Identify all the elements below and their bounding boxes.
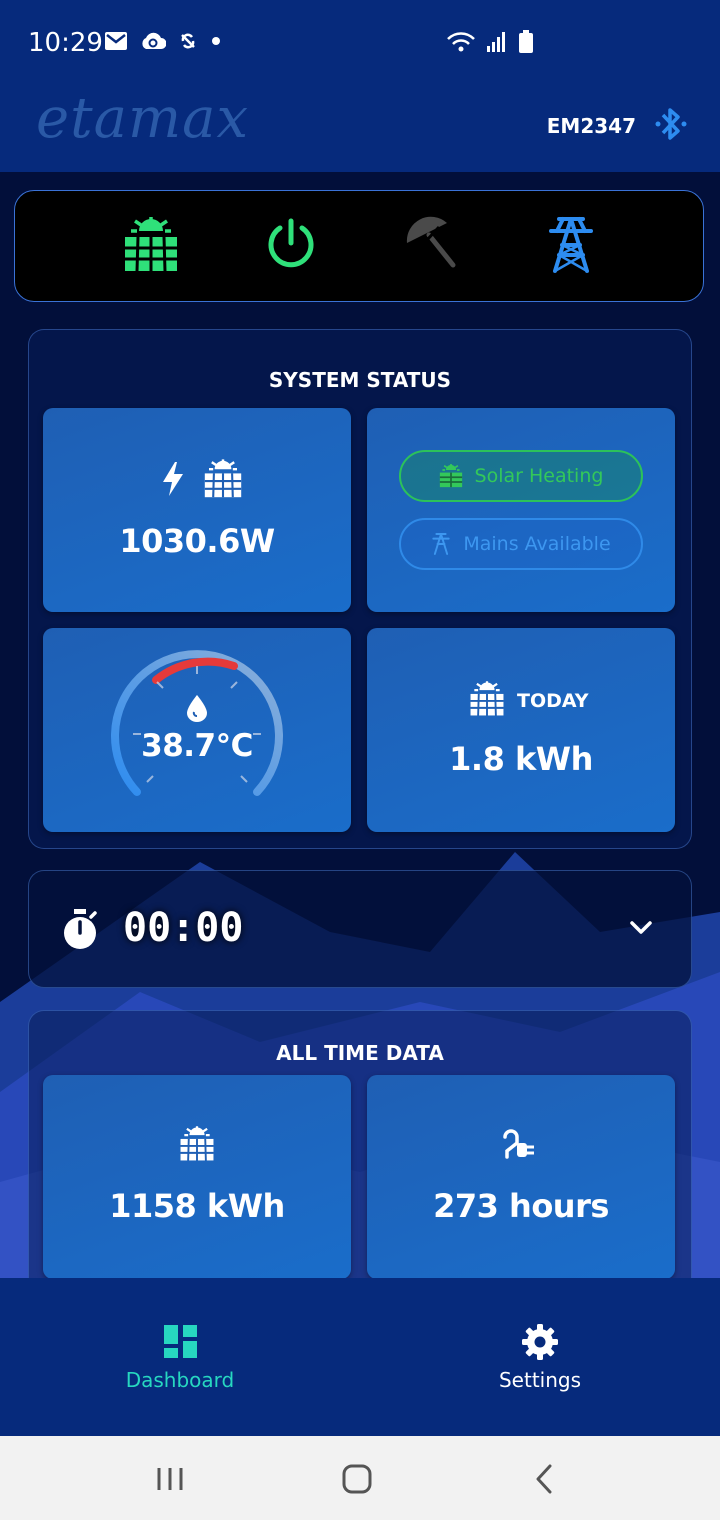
solar-panel-icon	[470, 681, 504, 716]
lightning-icon	[163, 462, 183, 496]
all-time-solar-value: 1158 kWh	[109, 1187, 285, 1225]
solar-panel-icon	[204, 459, 242, 498]
stopwatch-icon	[64, 909, 97, 949]
nav-settings-label: Settings	[498, 1368, 582, 1392]
solar-panel-icon	[180, 1126, 214, 1161]
all-time-data-panel: ALL TIME DATA 1158 kWh 273 hours	[28, 1010, 692, 1310]
mains-available-pill: Mains Available	[399, 518, 643, 570]
cloud-sync-icon	[142, 32, 166, 49]
system-navigation-bar	[0, 1436, 720, 1520]
solar-panel-icon	[439, 464, 462, 488]
gauge-fill	[152, 657, 238, 684]
nav-settings[interactable]: Settings	[360, 1278, 720, 1436]
all-time-data-title: ALL TIME DATA	[276, 1041, 444, 1065]
solar-panel-icon[interactable]	[123, 215, 179, 275]
solar-heating-label: Solar Heating	[474, 465, 604, 487]
pylon-icon	[432, 533, 450, 555]
status-pills-tile: Solar Heating Mains Available	[367, 408, 675, 612]
system-status-panel: SYSTEM STATUS 1030.6W Solar Heating Main…	[28, 329, 692, 849]
temperature-value: 38.7°C	[141, 728, 253, 764]
solar-power-value: 1030.6W	[119, 522, 275, 560]
system-status-title: SYSTEM STATUS	[268, 368, 452, 392]
chevron-down-icon[interactable]	[629, 919, 653, 937]
mains-available-label: Mains Available	[463, 533, 611, 555]
wifi-icon	[447, 32, 475, 52]
status-system-icons	[446, 30, 534, 54]
gear-icon	[522, 1324, 558, 1360]
all-time-mains-value: 273 hours	[433, 1187, 609, 1225]
temperature-tile[interactable]: 38.7°C	[43, 628, 351, 832]
timer-value: 00:00	[123, 905, 244, 951]
today-energy-tile[interactable]: TODAY 1.8 kWh	[367, 628, 675, 832]
bottom-navigation: Dashboard Settings	[0, 1278, 720, 1436]
nav-dashboard-label: Dashboard	[125, 1368, 235, 1392]
solar-power-tile[interactable]: 1030.6W	[43, 408, 351, 612]
all-time-mains-tile[interactable]: 273 hours	[367, 1075, 675, 1279]
today-label: TODAY	[517, 690, 589, 712]
app-logo: etamax	[36, 86, 250, 151]
no-sync-icon	[181, 33, 195, 49]
nav-dashboard[interactable]: Dashboard	[0, 1278, 360, 1436]
status-notification-icons	[104, 30, 222, 52]
signal-icon	[487, 32, 505, 52]
mode-bar	[14, 190, 704, 302]
today-energy-value: 1.8 kWh	[449, 740, 593, 778]
battery-icon	[519, 30, 533, 53]
bluetooth-icon[interactable]	[654, 104, 688, 144]
gauge-track	[111, 650, 283, 796]
device-id[interactable]: EM2347	[547, 114, 636, 138]
timer-panel[interactable]: 00:00	[28, 870, 692, 988]
status-bar: 10:29	[0, 0, 720, 86]
recents-button[interactable]	[156, 1466, 184, 1492]
all-time-solar-tile[interactable]: 1158 kWh	[43, 1075, 351, 1279]
app-bar: etamax EM2347	[0, 86, 720, 172]
umbrella-off-icon[interactable]	[403, 215, 459, 275]
dot-icon	[212, 37, 220, 45]
pylon-icon[interactable]	[545, 215, 597, 275]
dashboard-icon	[164, 1325, 197, 1358]
plug-icon	[503, 1129, 534, 1159]
home-button[interactable]	[342, 1464, 372, 1494]
power-icon[interactable]	[263, 215, 319, 275]
back-button[interactable]	[534, 1464, 554, 1494]
water-drop-icon	[187, 695, 207, 722]
solar-heating-pill: Solar Heating	[399, 450, 643, 502]
mail-icon	[105, 32, 127, 50]
status-time: 10:29	[28, 28, 103, 58]
